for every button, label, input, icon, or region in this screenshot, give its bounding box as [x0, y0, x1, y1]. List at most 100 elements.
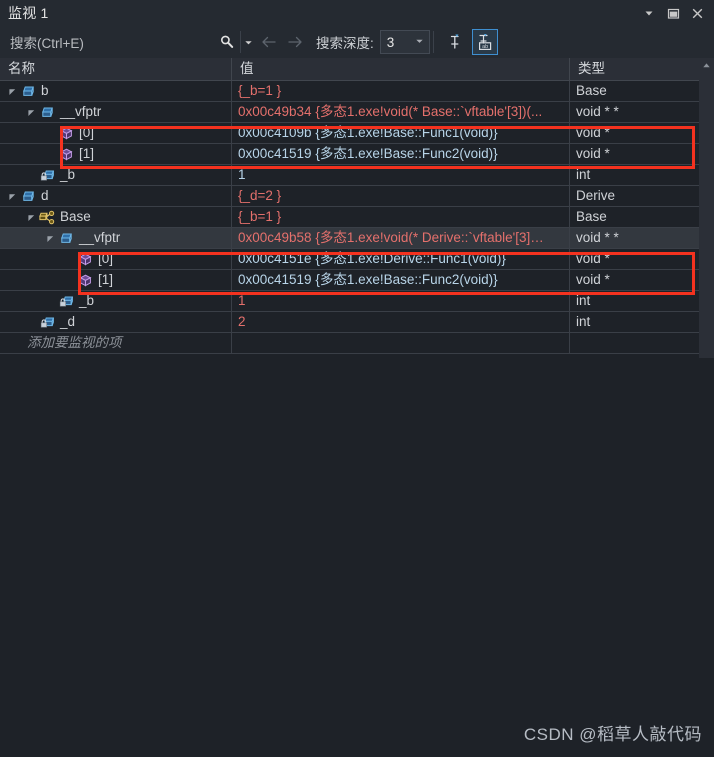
cell-name[interactable]: [0] [0, 123, 232, 143]
cell-name[interactable]: 添加要监视的项 [0, 333, 232, 353]
watermark: CSDN @稻草人敲代码 [523, 725, 702, 744]
cell-value[interactable]: 0x00c41519 {多态1.exe!Base::Func2(void)} [232, 270, 570, 290]
private-field-icon [57, 291, 76, 311]
table-row[interactable]: _d 2 int [0, 312, 714, 333]
expression-name: [0] [98, 251, 114, 266]
array-element-icon [57, 144, 76, 164]
table-row[interactable]: [0] 0x00c4151e {多态1.exe!Derive::Func1(voi… [0, 249, 714, 270]
cell-name[interactable]: _b [0, 291, 232, 311]
search-depth-label: 搜索深度: [316, 36, 374, 51]
search-icon[interactable] [214, 31, 240, 53]
cell-type: Base [576, 209, 607, 224]
cell-value[interactable]: 0x00c49b34 {多态1.exe!void(* Base::`vftabl… [232, 102, 570, 122]
column-header-type[interactable]: 类型 [570, 58, 698, 80]
pin-icon[interactable] [443, 30, 467, 54]
cell-value[interactable]: {_b=1 } [232, 207, 570, 227]
table-row[interactable]: [1] 0x00c41519 {多态1.exe!Base::Func2(void)… [0, 144, 714, 165]
table-row[interactable]: [0] 0x00c4109b {多态1.exe!Base::Func1(void)… [0, 123, 714, 144]
cell-type: int [576, 293, 591, 308]
expander-expanded-icon[interactable] [25, 102, 38, 122]
object-box-icon [38, 102, 57, 122]
cell-name[interactable]: b [0, 81, 232, 101]
expander-expanded-icon[interactable] [6, 81, 19, 101]
private-field-icon [38, 312, 57, 332]
expression-name: _b [60, 167, 76, 182]
cell-name[interactable]: _d [0, 312, 232, 332]
cell-name[interactable]: __vfptr [0, 102, 232, 122]
arrow-left-icon[interactable] [256, 30, 282, 54]
object-box-icon [19, 81, 38, 101]
cell-type: void * * [576, 230, 619, 245]
search-input[interactable]: 搜索(Ctrl+E) [3, 32, 214, 52]
cell-value[interactable]: {_d=2 } [232, 186, 570, 206]
cell-value[interactable]: 0x00c41519 {多态1.exe!Base::Func2(void)} [232, 144, 570, 164]
cell-name[interactable]: d [0, 186, 232, 206]
cell-name[interactable]: [0] [0, 249, 232, 269]
watch-grid: 名称 值 类型 b {_b=1 } Base __vfptr 0x00c49b34 {多… [0, 58, 714, 358]
cell-value[interactable]: 1 [232, 165, 570, 185]
close-icon[interactable] [686, 3, 708, 23]
table-row[interactable]: __vfptr 0x00c49b34 {多态1.exe!void(* Base::… [0, 102, 714, 123]
toolbar-separator [432, 31, 434, 53]
search-depth-value: 3 [386, 34, 395, 50]
expander-empty [25, 165, 38, 185]
expander-empty [63, 249, 76, 269]
cell-type: Base [576, 83, 607, 98]
search-depth-select[interactable]: 3 [379, 30, 430, 54]
table-row[interactable]: [1] 0x00c41519 {多态1.exe!Base::Func2(void)… [0, 270, 714, 291]
cell-name[interactable]: [1] [0, 144, 232, 164]
empty-panel-area [0, 358, 714, 757]
cell-value[interactable]: 1 [232, 291, 570, 311]
object-box-icon [57, 228, 76, 248]
expander-empty [44, 144, 57, 164]
expander-empty [6, 333, 19, 353]
cell-value[interactable] [232, 333, 570, 353]
expression-name: Base [60, 209, 91, 224]
cell-value[interactable]: 0x00c4109b {多态1.exe!Base::Func1(void)} [232, 123, 570, 143]
expression-name: b [41, 83, 49, 98]
chevron-down-icon[interactable] [638, 3, 660, 23]
search-box[interactable]: 搜索(Ctrl+E) [2, 29, 256, 55]
scroll-up-icon[interactable] [699, 58, 714, 73]
table-row[interactable]: Base {_b=1 } Base [0, 207, 714, 228]
expression-name: _b [79, 293, 95, 308]
cell-name[interactable]: __vfptr [0, 228, 232, 248]
grid-header: 名称 值 类型 [0, 58, 714, 81]
cell-value[interactable]: 0x00c49b58 {多态1.exe!void(* Derive::`vfta… [232, 228, 570, 248]
table-row[interactable]: 添加要监视的项 [0, 333, 714, 354]
cell-value[interactable]: 2 [232, 312, 570, 332]
table-row[interactable]: _b 1 int [0, 165, 714, 186]
expander-expanded-icon[interactable] [44, 228, 57, 248]
table-row[interactable]: _b 1 int [0, 291, 714, 312]
name-value-icon[interactable]: ab [471, 29, 498, 55]
private-field-icon [38, 165, 57, 185]
cell-name[interactable]: _b [0, 165, 232, 185]
cell-name[interactable]: [1] [0, 270, 232, 290]
arrow-right-icon[interactable] [282, 30, 308, 54]
expression-name: d [41, 188, 49, 203]
cell-type: Derive [576, 188, 616, 203]
table-row[interactable]: b {_b=1 } Base [0, 81, 714, 102]
expander-expanded-icon[interactable] [6, 186, 19, 206]
cell-value[interactable]: 0x00c4151e {多态1.exe!Derive::Func1(void)} [232, 249, 570, 269]
maximize-icon[interactable] [662, 3, 684, 23]
cell-name[interactable]: Base [0, 207, 232, 227]
watch-window: 监视 1 搜索(Ctrl+E) 搜索深度: 3 ab 名称 值 类型 b {_b… [0, 0, 714, 757]
chevron-down-icon[interactable] [415, 37, 424, 48]
expression-name: [0] [79, 125, 95, 140]
column-header-value[interactable]: 值 [232, 58, 570, 80]
expression-name: [1] [79, 146, 95, 161]
expander-expanded-icon[interactable] [25, 207, 38, 227]
table-row[interactable]: d {_d=2 } Derive [0, 186, 714, 207]
expression-name: [1] [98, 272, 114, 287]
table-row[interactable]: __vfptr 0x00c49b58 {多态1.exe!void(* Derive… [0, 228, 714, 249]
column-header-name[interactable]: 名称 [0, 58, 232, 80]
cell-type: void * [576, 125, 610, 140]
cell-type: void * [576, 251, 610, 266]
toolbar: 搜索(Ctrl+E) 搜索深度: 3 ab [0, 26, 714, 59]
grid-vertical-scrollbar[interactable] [699, 58, 714, 358]
cell-value[interactable]: {_b=1 } [232, 81, 570, 101]
svg-text:ab: ab [482, 44, 488, 50]
search-options-chevron-down-icon[interactable] [240, 31, 255, 53]
add-watch-placeholder[interactable]: 添加要监视的项 [19, 333, 122, 353]
